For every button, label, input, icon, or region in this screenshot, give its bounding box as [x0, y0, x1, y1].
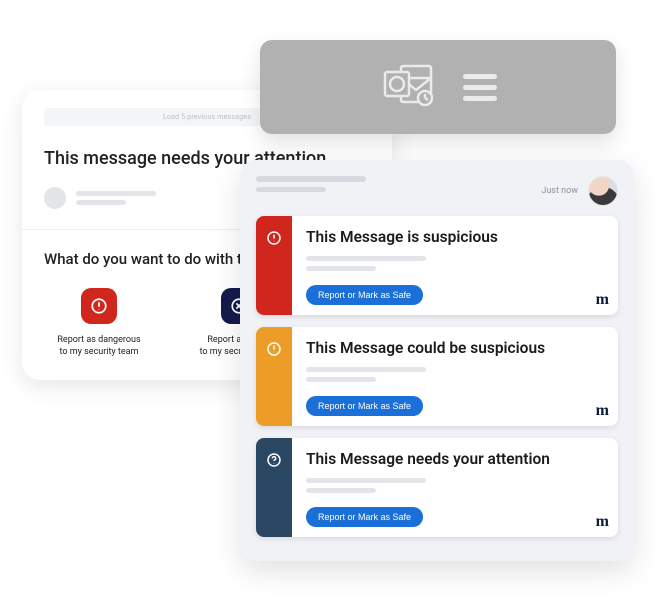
report-or-safe-button[interactable]: Report or Mark as Safe	[306, 507, 423, 527]
exclamation-circle-icon	[266, 230, 282, 246]
outlook-icon	[379, 60, 437, 114]
card-title: This Message could be suspicious	[306, 339, 604, 357]
sender-avatar-placeholder	[44, 187, 66, 209]
brand-logo: m	[596, 513, 608, 531]
card-body-lines	[306, 256, 604, 271]
card-title: This Message needs your attention	[306, 450, 604, 468]
messages-header: Just now	[256, 176, 618, 206]
report-or-safe-button[interactable]: Report or Mark as Safe	[306, 396, 423, 416]
brand-logo: m	[596, 291, 608, 309]
question-circle-icon	[266, 452, 282, 468]
timestamp: Just now	[541, 186, 578, 196]
card-title: This Message is suspicious	[306, 228, 604, 246]
hamburger-icon[interactable]	[463, 74, 497, 101]
card-body-lines	[306, 367, 604, 382]
alert-card-attention: This Message needs your attention Report…	[256, 438, 618, 537]
card-body-lines	[306, 478, 604, 493]
report-or-safe-button[interactable]: Report or Mark as Safe	[306, 285, 423, 305]
report-dangerous-action[interactable]: Report as dangerous to my security team	[44, 288, 154, 358]
action-label: Report as dangerous to my security team	[57, 334, 140, 358]
app-header-bar	[260, 40, 616, 134]
brand-logo: m	[596, 402, 608, 420]
user-avatar[interactable]	[588, 176, 618, 206]
severity-stripe-high	[256, 216, 292, 315]
alert-card-possible: This Message could be suspicious Report …	[256, 327, 618, 426]
severity-stripe-medium	[256, 327, 292, 426]
messages-panel: Just now This Message is suspicious Repo…	[240, 160, 634, 561]
exclamation-circle-icon	[266, 341, 282, 357]
alert-card-suspicious: This Message is suspicious Report or Mar…	[256, 216, 618, 315]
header-lines	[256, 176, 531, 192]
exclamation-icon	[81, 288, 117, 324]
severity-stripe-info	[256, 438, 292, 537]
